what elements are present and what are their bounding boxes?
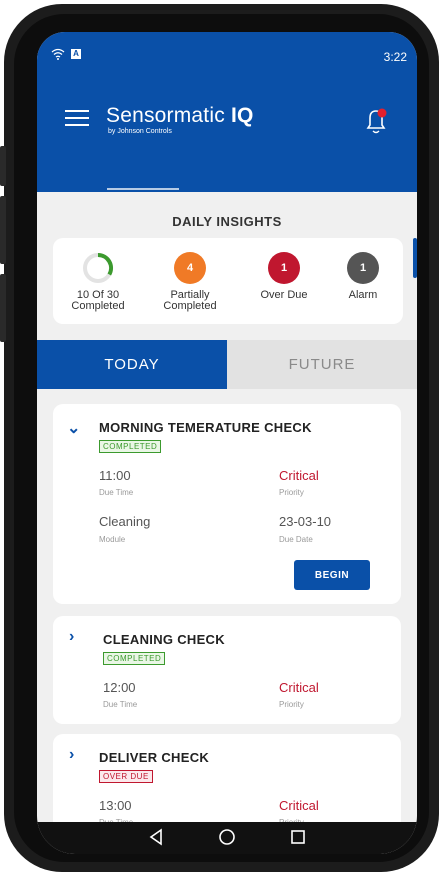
home-icon[interactable] xyxy=(218,828,236,846)
wifi-icon xyxy=(51,48,65,60)
insight-partially-completed[interactable]: 4 Partially Completed xyxy=(159,252,221,312)
bell-icon[interactable] xyxy=(363,106,389,136)
notification-dot xyxy=(377,108,387,118)
due-time-label: Due Time xyxy=(103,700,138,709)
progress-ring-icon xyxy=(83,252,113,283)
due-date-value: 23-03-10 xyxy=(279,514,332,529)
phone-screen: A 3:22 Sensormatic IQ by Johnson Control… xyxy=(37,32,417,854)
side-button-top xyxy=(0,146,6,186)
chevron-right-icon[interactable]: › xyxy=(69,628,74,646)
overdue-count-badge: 1 xyxy=(268,252,300,284)
partial-count-badge: 4 xyxy=(174,252,206,284)
priority-value: Critical xyxy=(279,468,319,483)
status-time: 3:22 xyxy=(383,50,407,64)
module-label: Module xyxy=(99,535,126,544)
appbar-indicator xyxy=(107,188,179,190)
insight-label-line2: Completed xyxy=(71,300,125,312)
due-time-value: 12:00 xyxy=(103,680,136,695)
task-title: DELIVER CHECK xyxy=(99,750,210,765)
task-title: MORNING TEMERATURE CHECK xyxy=(99,420,312,435)
insight-label-line2: Completed xyxy=(163,300,217,312)
tab-bar: TODAY FUTURE xyxy=(37,340,417,389)
task-card[interactable]: › CLEANING CHECK COMPLETED 12:00 Due Tim… xyxy=(53,616,401,724)
notification-a-icon: A xyxy=(71,49,81,59)
due-date-label: Due Date xyxy=(279,535,313,544)
brand-main: Sensormatic xyxy=(106,104,225,127)
due-time-label: Due Time xyxy=(99,488,134,497)
priority-value: Critical xyxy=(279,798,319,813)
chevron-down-icon[interactable]: ⌄ xyxy=(67,418,80,438)
brand-logo: Sensormatic IQ by Johnson Controls xyxy=(106,104,254,135)
due-time-value: 13:00 xyxy=(99,798,132,813)
insight-label-line1: Alarm xyxy=(348,289,378,301)
app-bar: Sensormatic IQ by Johnson Controls xyxy=(37,80,417,192)
insight-over-due[interactable]: 1 Over Due xyxy=(253,252,315,301)
tab-today[interactable]: TODAY xyxy=(37,340,227,389)
priority-label: Priority xyxy=(279,488,304,497)
insight-alarm[interactable]: 1 Alarm xyxy=(335,252,391,301)
status-badge: OVER DUE xyxy=(99,770,153,783)
priority-label: Priority xyxy=(279,700,304,709)
recents-icon[interactable] xyxy=(289,828,307,846)
side-button-volume-up xyxy=(0,196,6,264)
status-bar: A 3:22 xyxy=(37,32,417,80)
system-nav-bar xyxy=(37,822,417,854)
due-time-value: 11:00 xyxy=(99,468,131,483)
module-value: Cleaning xyxy=(99,514,151,529)
brand-sub: by Johnson Controls xyxy=(108,128,172,135)
insight-label-line1: Over Due xyxy=(260,289,308,301)
alarm-count-badge: 1 xyxy=(347,252,379,284)
status-badge: COMPLETED xyxy=(103,652,166,665)
task-title: CLEANING CHECK xyxy=(103,632,225,647)
insights-scroll-indicator xyxy=(413,238,417,278)
insights-title: DAILY INSIGHTS xyxy=(172,214,282,229)
back-icon[interactable] xyxy=(147,828,165,846)
hamburger-icon[interactable] xyxy=(65,110,89,128)
priority-value: Critical xyxy=(279,680,319,695)
side-button-volume-down xyxy=(0,274,6,342)
begin-button[interactable]: BEGIN xyxy=(294,560,370,590)
task-card[interactable]: ⌄ MORNING TEMERATURE CHECK COMPLETED 11:… xyxy=(53,404,401,604)
status-badge: COMPLETED xyxy=(99,440,162,453)
brand-suffix: IQ xyxy=(230,104,254,127)
chevron-right-icon[interactable]: › xyxy=(69,746,74,764)
tab-future[interactable]: FUTURE xyxy=(227,340,417,389)
insight-completed[interactable]: 10 Of 30 Completed xyxy=(67,252,129,312)
insights-card: 10 Of 30 Completed 4 Partially Completed… xyxy=(53,238,403,324)
